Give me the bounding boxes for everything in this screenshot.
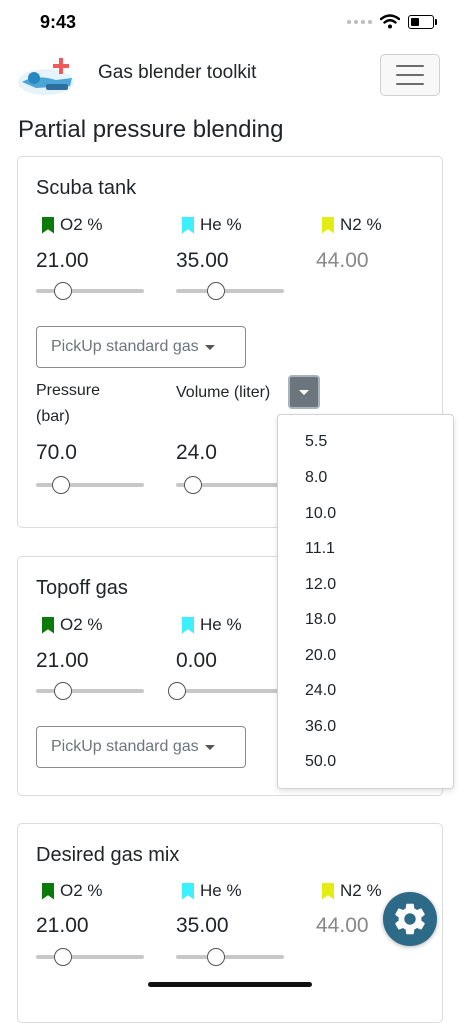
slider-thumb[interactable] [51,476,70,494]
he-value: 35.00 [176,249,229,272]
volume-dropdown-menu: 5.5 8.0 10.0 11.1 12.0 18.0 20.0 24.0 36… [277,414,454,789]
o2-slider[interactable] [36,681,144,701]
o2-slider[interactable] [36,281,144,301]
volume-option[interactable]: 20.0 [305,647,336,665]
volume-option[interactable]: 24.0 [305,682,336,700]
slider-thumb[interactable] [53,682,72,700]
wifi-icon [380,14,400,29]
o2-flag-icon [42,616,54,634]
card-title: Desired gas mix [36,844,180,866]
pressure-slider[interactable] [36,475,144,495]
o2-label: O2 % [42,881,103,901]
pressure-label: Pressure (bar) [36,382,101,425]
volume-dropdown-toggle[interactable] [288,375,320,409]
he-slider[interactable] [168,681,284,701]
volume-option[interactable]: 8.0 [305,469,327,487]
n2-label: N2 % [322,215,382,235]
hamburger-menu-icon [396,65,424,67]
app-title: Gas blender toolkit [98,62,257,83]
n2-value: 44.00 [316,249,369,272]
volume-label: Volume (liter) [176,384,271,401]
slider-thumb[interactable] [206,948,225,966]
n2-label: N2 % [322,881,382,901]
he-label: He % [182,215,242,235]
card-title: Scuba tank [36,177,137,199]
navbar: Gas blender toolkit [0,48,460,108]
status-bar: 9:43 [0,0,460,48]
he-value: 0.00 [176,649,217,672]
scuba-logo-icon [18,58,74,95]
o2-label: O2 % [42,215,103,235]
o2-flag-icon [42,882,54,900]
slider-thumb[interactable] [168,682,186,700]
he-label: He % [182,881,242,901]
desired-gas-mix-card: Desired gas mix O2 % He % N2 % 21.00 35.… [17,823,443,1023]
slider-thumb[interactable] [184,476,203,494]
slider-thumb[interactable] [53,282,72,300]
o2-value: 21.00 [36,249,89,272]
o2-value: 21.00 [36,914,89,937]
he-flag-icon [182,616,194,634]
volume-option[interactable]: 11.1 [305,540,335,558]
o2-label: O2 % [42,615,103,635]
he-slider[interactable] [176,281,284,301]
volume-option[interactable]: 36.0 [305,718,336,736]
n2-flag-icon [322,216,334,234]
hamburger-menu-button[interactable] [380,54,440,96]
volume-option[interactable]: 50.0 [305,753,336,771]
he-flag-icon [182,216,194,234]
status-icons [347,14,437,29]
o2-value: 21.00 [36,649,89,672]
o2-flag-icon [42,216,54,234]
page-title: Partial pressure blending [18,116,284,143]
caret-down-icon [204,344,215,350]
volume-slider[interactable] [176,475,284,495]
caret-down-icon [204,744,215,750]
volume-option[interactable]: 5.5 [305,433,327,451]
pickup-standard-gas-dropdown[interactable]: PickUp standard gas [36,726,246,768]
he-value: 35.00 [176,914,229,937]
volume-option[interactable]: 18.0 [305,611,336,629]
he-label: He % [182,615,242,635]
signal-icon [347,19,372,24]
settings-button[interactable] [383,892,437,946]
card-title: Topoff gas [36,577,128,599]
volume-option[interactable]: 10.0 [305,505,336,523]
volume-value: 24.0 [176,441,217,464]
status-time: 9:43 [40,12,77,32]
home-indicator [148,982,312,987]
gear-icon [395,903,425,935]
slider-thumb[interactable] [206,282,225,300]
he-flag-icon [182,882,194,900]
o2-slider[interactable] [36,947,144,967]
pressure-value: 70.0 [36,441,77,464]
caret-down-icon [299,389,309,395]
n2-flag-icon [322,882,334,900]
volume-option[interactable]: 12.0 [305,576,336,594]
he-slider[interactable] [176,947,284,967]
pickup-standard-gas-dropdown[interactable]: PickUp standard gas [36,326,246,368]
slider-thumb[interactable] [53,948,72,966]
battery-icon [408,14,437,29]
n2-value: 44.00 [316,914,369,937]
